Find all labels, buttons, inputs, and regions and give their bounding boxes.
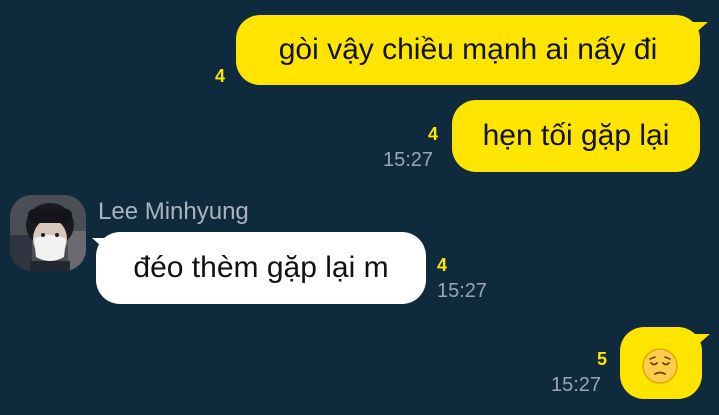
message-bubble[interactable]: đéo thèm gặp lại m xyxy=(96,232,426,304)
sender-name: Lee Minhyung xyxy=(98,198,249,225)
message-text: đéo thèm gặp lại m xyxy=(133,251,389,284)
chat-thread: 4 gòi vậy chiều mạnh ai nấy đi 4 15:27 h… xyxy=(0,0,719,415)
unread-count: 5 xyxy=(597,349,608,369)
message-time: 15:27 xyxy=(437,280,488,302)
unread-count: 4 xyxy=(428,124,439,144)
unread-count: 4 xyxy=(437,255,448,275)
avatar-image xyxy=(10,195,86,271)
message-time: 15:27 xyxy=(551,374,602,396)
pensive-face-emoji xyxy=(642,348,678,384)
bubble-tail xyxy=(692,22,708,36)
message-time: 15:27 xyxy=(383,149,434,171)
avatar[interactable] xyxy=(10,195,86,271)
message-text: hẹn tối gặp lại xyxy=(482,119,670,152)
message-text: gòi vậy chiều mạnh ai nấy đi xyxy=(278,33,658,66)
unread-count: 4 xyxy=(215,66,226,86)
bubble-tail xyxy=(694,334,710,348)
message-bubble[interactable]: hẹn tối gặp lại xyxy=(452,100,700,172)
message-bubble[interactable]: gòi vậy chiều mạnh ai nấy đi xyxy=(236,15,700,85)
